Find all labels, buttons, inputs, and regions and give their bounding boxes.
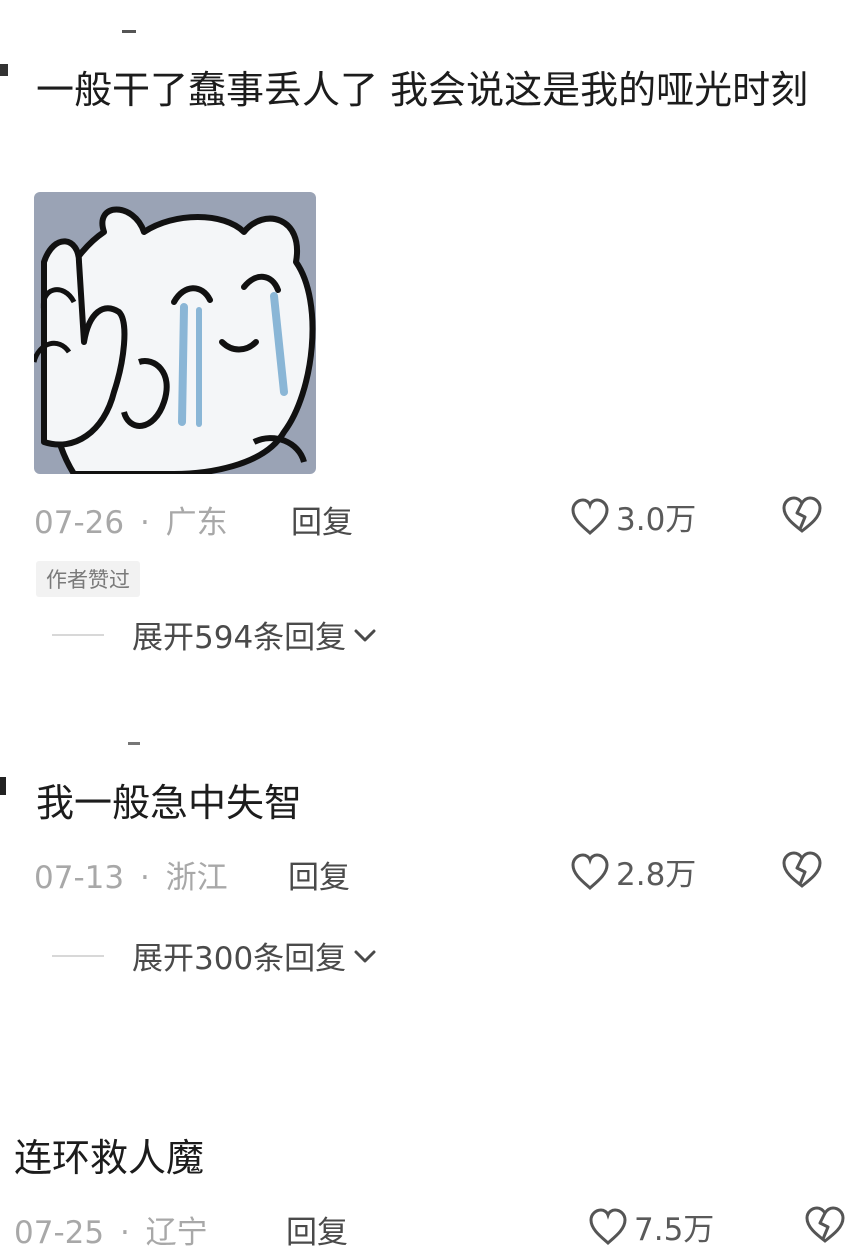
- author-liked-badge: 作者赞过: [36, 561, 140, 597]
- meta-separator: ·: [119, 1215, 130, 1251]
- expand-divider: [52, 954, 104, 957]
- comment-location: 辽宁: [145, 1215, 208, 1251]
- dislike-button[interactable]: [803, 1206, 847, 1248]
- heart-outline-icon: [571, 497, 609, 535]
- comment-text: 连环救人魔: [14, 1136, 205, 1180]
- broken-heart-icon: [782, 496, 822, 533]
- heart-outline-icon: [571, 852, 609, 890]
- reply-button[interactable]: 回复: [291, 497, 353, 542]
- expand-replies-button[interactable]: 展开594条回复: [52, 612, 380, 657]
- left-edge-mark: [0, 777, 6, 795]
- broken-heart-icon: [805, 1206, 845, 1243]
- left-edge-mark: [0, 64, 8, 76]
- like-button[interactable]: 7.5万: [588, 1204, 714, 1249]
- meta-separator: ·: [139, 505, 150, 541]
- expand-replies-button[interactable]: 展开300条回复: [52, 933, 380, 978]
- comment-text: 一般干了蠢事丢人了 我会说这是我的哑光时刻: [36, 68, 809, 112]
- comment-date: 07-25: [14, 1215, 105, 1251]
- reply-button[interactable]: 回复: [288, 852, 350, 897]
- comment-date: 07-26: [34, 505, 125, 541]
- expand-divider: [52, 633, 104, 636]
- reply-button[interactable]: 回复: [286, 1207, 348, 1252]
- comment-date: 07-13: [34, 860, 125, 896]
- like-count: 2.8万: [616, 857, 697, 893]
- comment-location: 广东: [165, 505, 228, 541]
- comment-location: 浙江: [165, 860, 228, 896]
- heart-outline-icon: [589, 1207, 627, 1245]
- edge-mark: [128, 742, 140, 745]
- comment-sticker[interactable]: [34, 192, 316, 474]
- top-edge-mark: [122, 30, 136, 33]
- expand-replies-label: 展开594条回复: [132, 620, 347, 656]
- chevron-down-icon: [354, 950, 376, 962]
- dislike-button[interactable]: [780, 496, 824, 538]
- like-count: 7.5万: [634, 1212, 715, 1248]
- like-count: 3.0万: [616, 502, 697, 538]
- broken-heart-icon: [782, 851, 822, 888]
- comment-meta: 07-13 · 浙江: [34, 852, 228, 897]
- like-button[interactable]: 2.8万: [570, 849, 696, 894]
- crying-cat-waving-sticker: [34, 192, 316, 474]
- comment-meta: 07-26 · 广东: [34, 497, 228, 542]
- chevron-down-icon: [354, 629, 376, 641]
- comment-text: 我一般急中失智: [36, 781, 303, 825]
- meta-separator: ·: [139, 860, 150, 896]
- comment-meta: 07-25 · 辽宁: [14, 1207, 208, 1252]
- dislike-button[interactable]: [780, 851, 824, 893]
- expand-replies-label: 展开300条回复: [132, 941, 347, 977]
- like-button[interactable]: 3.0万: [570, 494, 696, 539]
